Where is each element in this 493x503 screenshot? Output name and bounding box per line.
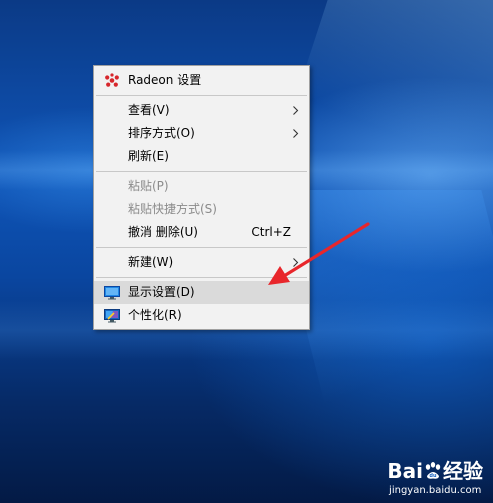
menu-item-label: 粘贴快捷方式(S) — [128, 202, 217, 216]
radeon-icon — [104, 73, 120, 88]
watermark-url: jingyan.baidu.com — [389, 485, 482, 496]
menu-item-undo-delete[interactable]: 撤消 删除(U) Ctrl+Z — [94, 221, 309, 244]
menu-item-label: 显示设置(D) — [128, 285, 195, 299]
menu-item-new[interactable]: 新建(W) — [94, 251, 309, 274]
menu-item-label: Radeon 设置 — [128, 73, 202, 87]
menu-separator — [96, 277, 307, 278]
baidu-paw-icon: du — [423, 461, 443, 485]
menu-item-label: 排序方式(O) — [128, 126, 195, 140]
menu-item-label: 新建(W) — [128, 255, 174, 269]
chevron-right-icon — [293, 106, 299, 115]
menu-item-paste: 粘贴(P) — [94, 175, 309, 198]
display-monitor-icon — [104, 285, 120, 300]
menu-item-shortcut: Ctrl+Z — [251, 225, 291, 239]
chevron-right-icon — [293, 258, 299, 267]
menu-item-label: 查看(V) — [128, 103, 170, 117]
menu-item-refresh[interactable]: 刷新(E) — [94, 145, 309, 168]
baidu-jingyan-watermark: Bai du 经验 jingyan.baidu.com — [387, 460, 483, 497]
menu-item-radeon-settings[interactable]: Radeon 设置 — [94, 69, 309, 92]
menu-separator — [96, 247, 307, 248]
svg-text:du: du — [429, 473, 437, 479]
menu-item-paste-shortcut: 粘贴快捷方式(S) — [94, 198, 309, 221]
watermark-brand-b: 经验 — [443, 459, 483, 483]
menu-item-label: 粘贴(P) — [128, 179, 169, 193]
watermark-brand-a: Bai — [387, 459, 423, 483]
menu-item-label: 刷新(E) — [128, 149, 169, 163]
personalize-icon — [104, 308, 120, 323]
menu-item-sort-by[interactable]: 排序方式(O) — [94, 122, 309, 145]
menu-separator — [96, 95, 307, 96]
desktop-background[interactable]: Radeon 设置 查看(V) 排序方式(O) 刷新(E) 粘贴(P) 粘贴快捷… — [0, 0, 493, 503]
menu-item-personalize[interactable]: 个性化(R) — [94, 304, 309, 327]
menu-item-label: 撤消 删除(U) — [128, 225, 198, 239]
chevron-right-icon — [293, 129, 299, 138]
menu-item-label: 个性化(R) — [128, 308, 182, 322]
menu-separator — [96, 171, 307, 172]
menu-item-view[interactable]: 查看(V) — [94, 99, 309, 122]
desktop-context-menu: Radeon 设置 查看(V) 排序方式(O) 刷新(E) 粘贴(P) 粘贴快捷… — [93, 65, 310, 330]
watermark-brand: Bai du 经验 — [387, 460, 483, 485]
menu-item-display-settings[interactable]: 显示设置(D) — [94, 281, 309, 304]
